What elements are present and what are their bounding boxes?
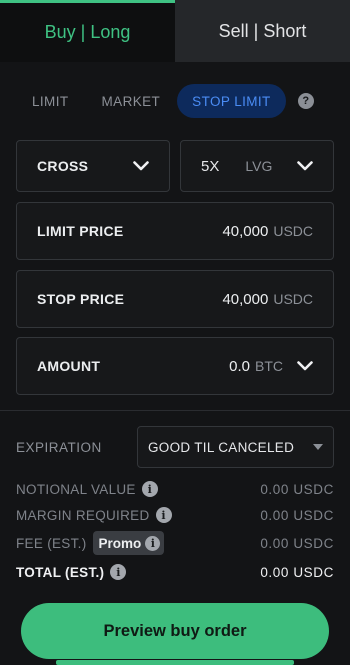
- notional-value-label: NOTIONAL VALUE: [16, 481, 136, 497]
- leverage-unit: LVG: [245, 158, 273, 174]
- tab-market[interactable]: MARKET: [102, 94, 161, 109]
- amount-label: AMOUNT: [37, 358, 101, 374]
- info-icon[interactable]: i: [110, 564, 127, 580]
- limit-price-field[interactable]: LIMIT PRICE 40,000 USDC: [16, 202, 334, 260]
- side-tabs: Buy | Long Sell | Short: [0, 0, 350, 62]
- total-label: TOTAL (EST.): [16, 564, 105, 580]
- info-icon: i: [145, 535, 161, 551]
- fee-amount: 0.00 USDC: [260, 535, 334, 551]
- amount-field[interactable]: AMOUNT 0.0 BTC: [16, 337, 334, 395]
- leverage-select[interactable]: 5X LVG: [180, 140, 334, 192]
- margin-required-amount: 0.00 USDC: [260, 507, 334, 523]
- stop-price-label: STOP PRICE: [37, 291, 125, 307]
- margin-required-label: MARGIN REQUIRED: [16, 507, 150, 523]
- chevron-down-icon[interactable]: [297, 361, 313, 371]
- tab-sell-short[interactable]: Sell | Short: [175, 0, 350, 62]
- fee-label: FEE (EST.): [16, 535, 87, 551]
- expiration-value: GOOD TIL CANCELED: [148, 439, 295, 455]
- stop-price-currency: USDC: [273, 290, 313, 307]
- tab-stop-limit[interactable]: STOP LIMIT: [177, 84, 286, 118]
- caret-down-icon: [313, 444, 323, 450]
- expiration-select[interactable]: GOOD TIL CANCELED: [137, 426, 334, 468]
- section-divider: [0, 410, 350, 411]
- leverage-value: 5X: [201, 157, 220, 175]
- limit-price-currency: USDC: [273, 222, 313, 239]
- info-icon[interactable]: i: [155, 507, 172, 523]
- notional-value-row: NOTIONAL VALUE i 0.00 USDC: [16, 479, 334, 499]
- fee-row: FEE (EST.) Promo i 0.00 USDC: [16, 531, 334, 555]
- stop-price-value[interactable]: 40,000: [222, 291, 268, 308]
- help-icon[interactable]: ?: [297, 93, 314, 109]
- total-row: TOTAL (EST.) i 0.00 USDC: [16, 562, 334, 582]
- promo-badge-label: Promo: [98, 535, 142, 551]
- limit-price-value[interactable]: 40,000: [222, 223, 268, 240]
- stop-price-field[interactable]: STOP PRICE 40,000 USDC: [16, 270, 334, 328]
- tab-buy-long[interactable]: Buy | Long: [0, 0, 175, 62]
- promo-badge[interactable]: Promo i: [92, 531, 165, 555]
- limit-price-label: LIMIT PRICE: [37, 223, 124, 239]
- amount-currency: BTC: [255, 358, 283, 374]
- amount-value[interactable]: 0.0: [229, 358, 250, 375]
- preview-buy-order-label: Preview buy order: [103, 621, 247, 640]
- bottom-accent-bar: [56, 660, 294, 665]
- chevron-down-icon: [133, 161, 149, 171]
- total-amount: 0.00 USDC: [260, 564, 334, 580]
- notional-value-amount: 0.00 USDC: [260, 481, 334, 497]
- margin-required-row: MARGIN REQUIRED i 0.00 USDC: [16, 505, 334, 525]
- order-type-tabs: LIMIT MARKET STOP LIMIT ?: [16, 84, 334, 118]
- preview-buy-order-button[interactable]: Preview buy order: [21, 603, 329, 659]
- tab-limit[interactable]: LIMIT: [32, 94, 69, 109]
- margin-mode-value: CROSS: [37, 158, 89, 174]
- margin-mode-select[interactable]: CROSS: [16, 140, 170, 192]
- expiration-label: EXPIRATION: [16, 440, 102, 455]
- chevron-down-icon: [297, 161, 313, 171]
- info-icon[interactable]: i: [141, 481, 158, 497]
